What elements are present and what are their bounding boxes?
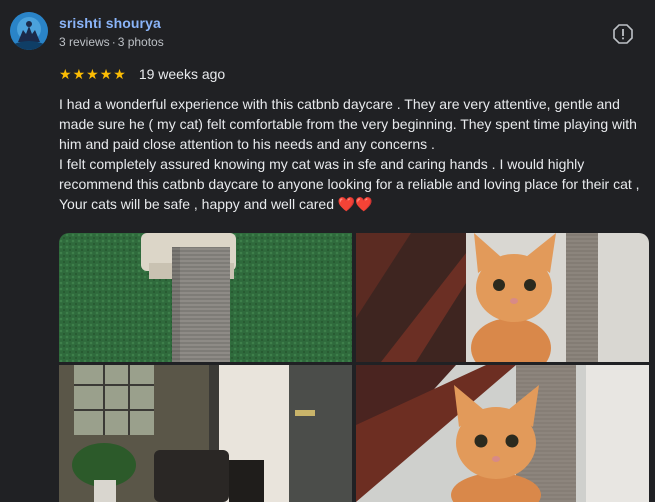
- review-photo-4[interactable]: [356, 365, 649, 502]
- star-icon: ★: [113, 66, 126, 82]
- reviews-count: 3 reviews: [59, 35, 110, 49]
- reviewer-name[interactable]: srishti shourya: [59, 15, 161, 31]
- avatar-image: [10, 12, 48, 50]
- photos-count: 3 photos: [117, 35, 164, 49]
- avatar[interactable]: [10, 12, 48, 50]
- report-icon[interactable]: [612, 23, 634, 45]
- review-paragraph-1: I had a wonderful experience with this c…: [59, 96, 637, 152]
- review-time: 19 weeks ago: [138, 66, 226, 82]
- star-rating: ★ ★ ★ ★ ★: [59, 67, 126, 81]
- review-photo-3[interactable]: [59, 365, 352, 502]
- star-icon: ★: [86, 66, 99, 82]
- hearts-emoji: ❤️❤️: [337, 196, 373, 212]
- review-paragraph-2: I felt completely assured knowing my cat…: [59, 154, 649, 214]
- review-photos: [59, 233, 649, 502]
- reviewer-meta: 3 reviews · 3 photos: [59, 35, 164, 49]
- rating-row: ★ ★ ★ ★ ★ 19 weeks ago: [59, 65, 225, 83]
- review-photo-2[interactable]: [356, 233, 649, 362]
- star-icon: ★: [72, 66, 86, 82]
- star-icon: ★: [59, 66, 72, 82]
- review-text: I had a wonderful experience with this c…: [59, 94, 649, 214]
- star-icon: ★: [99, 66, 113, 82]
- separator-dot: ·: [111, 35, 116, 49]
- review-photo-1[interactable]: [59, 233, 352, 362]
